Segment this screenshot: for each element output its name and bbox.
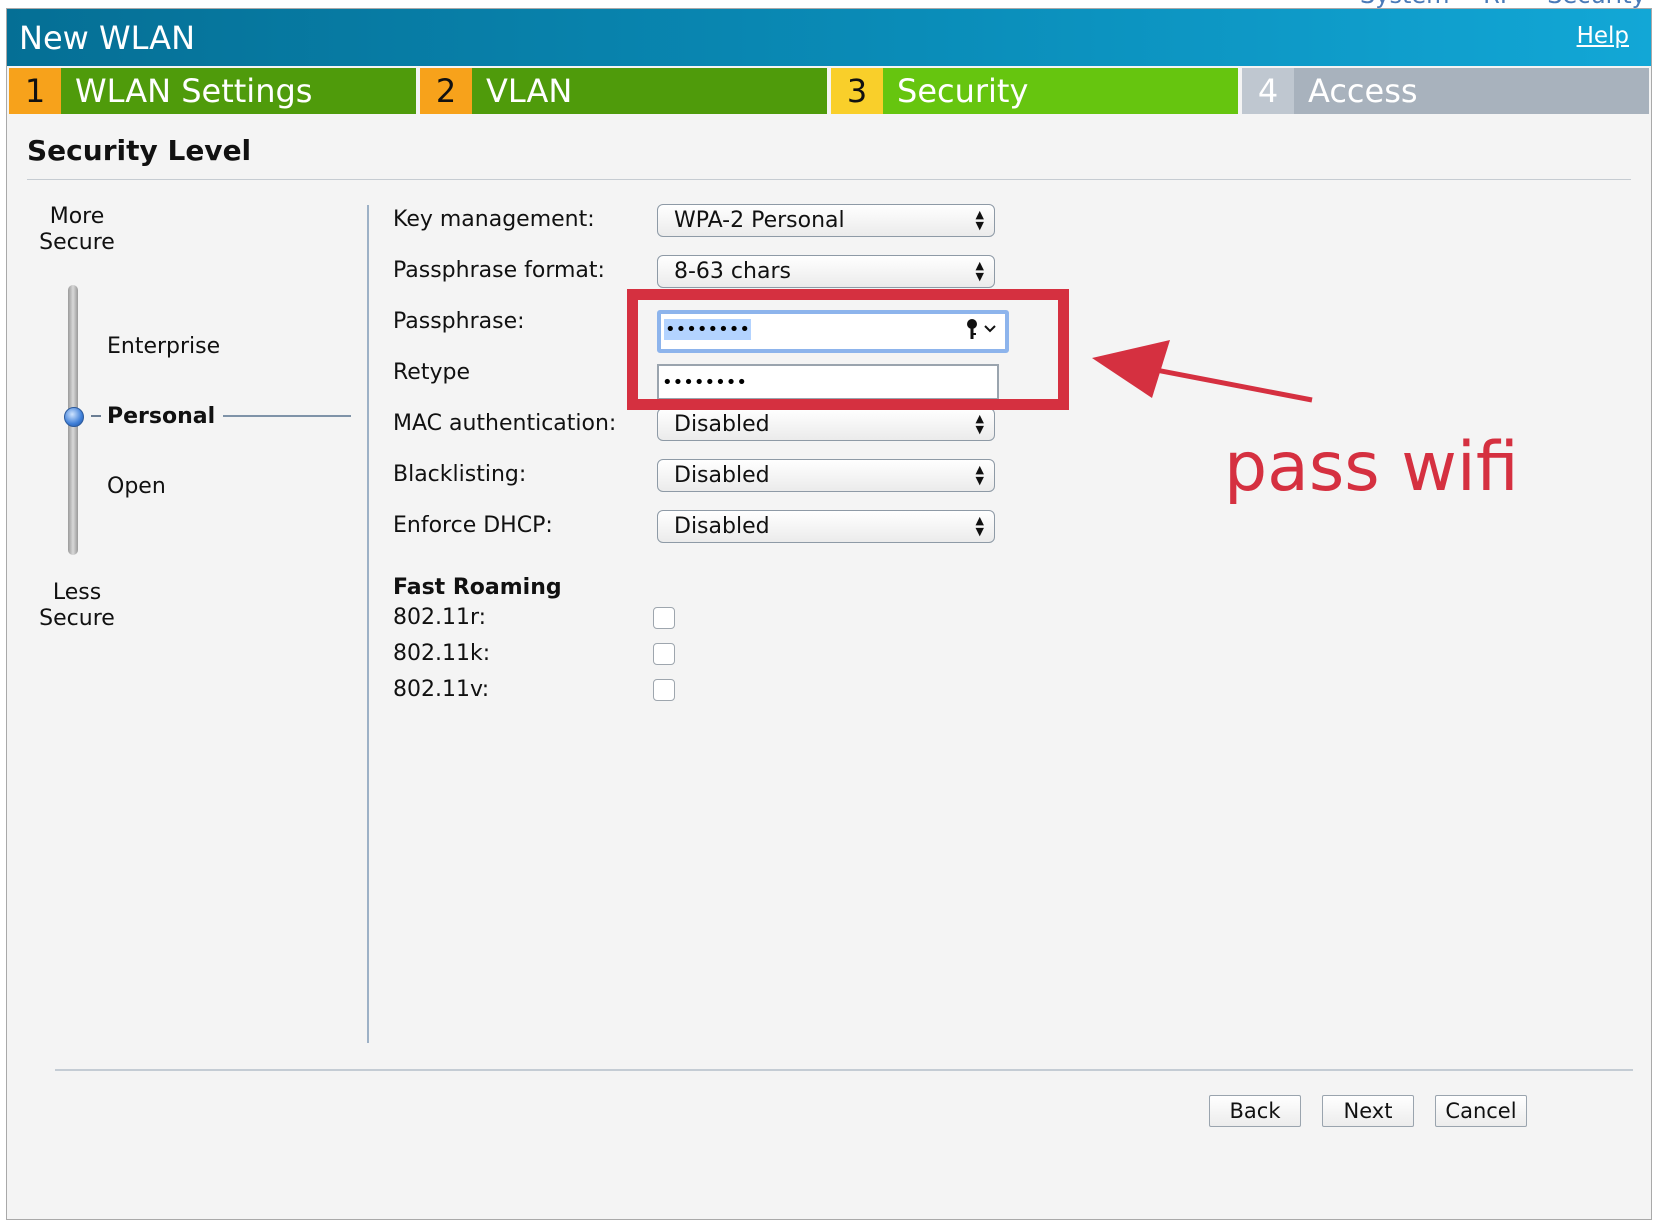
fast-roaming-80211v-checkbox[interactable] <box>653 679 675 701</box>
less-secure-line2: Secure <box>39 606 115 631</box>
slider-tick <box>91 415 101 417</box>
dialog-title: New WLAN <box>19 19 195 57</box>
fast-roaming-80211v-label: 802.11v: <box>393 677 490 702</box>
fast-roaming-title: Fast Roaming <box>393 575 562 600</box>
cancel-button[interactable]: Cancel <box>1435 1095 1527 1127</box>
select-arrows-icon: ▲ ▼ <box>975 514 984 538</box>
more-secure-line2: Secure <box>39 230 115 255</box>
select-arrows-icon: ▲ ▼ <box>975 259 984 283</box>
step-number: 2 <box>420 68 472 114</box>
fast-roaming-80211r-checkbox[interactable] <box>653 607 675 629</box>
level-personal[interactable]: Personal <box>107 404 215 430</box>
mac-auth-label: MAC authentication: <box>393 411 617 436</box>
passphrase-format-label: Passphrase format: <box>393 258 605 283</box>
passphrase-format-value: 8-63 chars <box>674 259 791 284</box>
footer-divider <box>55 1069 1633 1071</box>
select-arrows-icon: ▲ ▼ <box>975 412 984 436</box>
fast-roaming-80211k-checkbox[interactable] <box>653 643 675 665</box>
step-wlan-settings[interactable]: 1 WLAN Settings <box>9 68 416 114</box>
select-arrows-icon: ▲ ▼ <box>975 208 984 232</box>
dialog-titlebar: New WLAN Help <box>7 9 1651 66</box>
step-label: VLAN <box>472 68 827 114</box>
less-secure-label: Less Secure <box>37 580 117 632</box>
step-security[interactable]: 3 Security <box>831 68 1238 114</box>
level-enterprise[interactable]: Enterprise <box>107 334 220 360</box>
enforce-dhcp-value: Disabled <box>674 514 770 539</box>
new-wlan-dialog: New WLAN Help 1 WLAN Settings 2 VLAN 3 S… <box>6 8 1652 1220</box>
help-link[interactable]: Help <box>1577 23 1629 49</box>
mac-auth-value: Disabled <box>674 412 770 437</box>
retype-label: Retype <box>393 360 470 385</box>
blacklisting-value: Disabled <box>674 463 770 488</box>
step-vlan[interactable]: 2 VLAN <box>420 68 827 114</box>
annotation-highlight-box <box>627 289 1069 410</box>
annotation-text: pass wifi <box>1224 428 1519 507</box>
step-label: WLAN Settings <box>61 68 416 114</box>
back-button[interactable]: Back <box>1209 1095 1301 1127</box>
step-label: Security <box>883 68 1238 114</box>
less-secure-line1: Less <box>52 580 102 605</box>
fast-roaming-80211r-label: 802.11r: <box>393 605 487 630</box>
fast-roaming-80211k-label: 802.11k: <box>393 641 491 666</box>
select-arrows-icon: ▲ ▼ <box>975 463 984 487</box>
section-divider <box>27 179 1631 180</box>
level-open[interactable]: Open <box>107 474 166 500</box>
wizard-steps: 1 WLAN Settings 2 VLAN 3 Security 4 Acce… <box>9 68 1649 114</box>
more-secure-line1: More <box>49 204 105 229</box>
key-management-value: WPA-2 Personal <box>674 208 845 233</box>
more-secure-label: More Secure <box>37 204 117 256</box>
next-button[interactable]: Next <box>1322 1095 1414 1127</box>
section-title: Security Level <box>27 134 252 167</box>
annotation-arrow-icon <box>1092 340 1313 403</box>
passphrase-format-select[interactable]: 8-63 chars ▲ ▼ <box>657 255 995 288</box>
security-level-slider-knob[interactable] <box>64 407 84 427</box>
column-divider <box>367 205 369 1043</box>
key-management-select[interactable]: WPA-2 Personal ▲ ▼ <box>657 204 995 237</box>
passphrase-label: Passphrase: <box>393 309 525 334</box>
step-label: Access <box>1294 68 1649 114</box>
step-access[interactable]: 4 Access <box>1242 68 1649 114</box>
key-management-label: Key management: <box>393 207 595 232</box>
blacklisting-select[interactable]: Disabled ▲ ▼ <box>657 459 995 492</box>
enforce-dhcp-select[interactable]: Disabled ▲ ▼ <box>657 510 995 543</box>
blacklisting-label: Blacklisting: <box>393 462 527 487</box>
step-number: 1 <box>9 68 61 114</box>
step-number: 4 <box>1242 68 1294 114</box>
enforce-dhcp-label: Enforce DHCP: <box>393 513 553 538</box>
mac-auth-select[interactable]: Disabled ▲ ▼ <box>657 408 995 441</box>
step-number: 3 <box>831 68 883 114</box>
selected-level-connector <box>223 415 351 417</box>
